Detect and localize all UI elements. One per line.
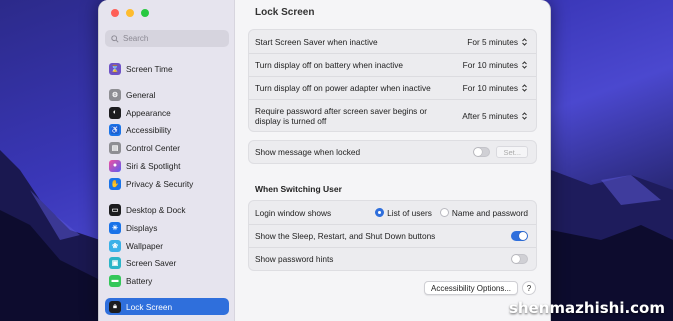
- radio-list-of-users[interactable]: List of users: [375, 208, 432, 218]
- display-off-adapter-popup[interactable]: For 10 minutes: [463, 83, 528, 93]
- dock-icon: ▭: [109, 203, 121, 216]
- row-label: Show message when locked: [255, 147, 361, 157]
- sidebar-item-desktop-dock[interactable]: ▭ Desktop & Dock: [105, 201, 229, 218]
- set-message-button[interactable]: Set...: [496, 146, 528, 158]
- sidebar-item-battery[interactable]: ▬ Battery: [105, 272, 229, 289]
- require-password-popup[interactable]: After 5 minutes: [462, 111, 528, 121]
- row-label: Show password hints: [255, 254, 334, 264]
- sidebar-item-screen-time[interactable]: ⌛ Screen Time: [105, 60, 229, 77]
- sleep-buttons-row: Show the Sleep, Restart, and Shut Down b…: [249, 224, 536, 247]
- popup-value: For 5 minutes: [467, 36, 518, 47]
- sidebar-item-accessibility[interactable]: ♿ Accessibility: [105, 121, 229, 138]
- radio-name-and-password[interactable]: Name and password: [439, 207, 528, 218]
- sidebar-item-label: General: [126, 89, 156, 100]
- switching-user-group: Login window shows List of users Name an…: [248, 200, 537, 271]
- section-heading: When Switching User: [255, 184, 342, 194]
- accessibility-icon: ♿: [109, 123, 121, 136]
- sidebar-item-privacy-security[interactable]: ✋ Privacy & Security: [105, 175, 229, 192]
- sidebar-item-label: Siri & Spotlight: [126, 160, 181, 171]
- page-title: Lock Screen: [255, 7, 315, 18]
- sidebar-item-appearance[interactable]: ◐ Appearance: [105, 104, 229, 121]
- accessibility-options-button[interactable]: Accessibility Options...: [424, 281, 519, 295]
- system-settings-window: Search ⌛ Screen Time ⚙ General ◐ Appeara…: [98, 0, 551, 321]
- updown-chevron-icon: [522, 111, 527, 120]
- battery-icon: ▬: [109, 274, 121, 287]
- sidebar-item-displays[interactable]: ☀ Displays: [105, 219, 229, 236]
- search-input[interactable]: Search: [105, 30, 229, 47]
- sidebar-item-control-center[interactable]: ▤ Control Center: [105, 139, 229, 156]
- display-off-battery-row: Turn display off on battery when inactiv…: [249, 53, 536, 76]
- show-message-toggle[interactable]: [473, 147, 491, 157]
- zoom-button[interactable]: [141, 9, 149, 17]
- settings-content: Lock Screen Start Screen Saver when inac…: [236, 0, 550, 321]
- sidebar-item-label: Battery: [126, 275, 153, 286]
- minimize-button[interactable]: [126, 9, 134, 17]
- message-settings-group: Show message when locked Set...: [248, 140, 537, 164]
- hand-icon: ✋: [109, 177, 121, 190]
- timeout-settings-group: Start Screen Saver when inactive For 5 m…: [248, 29, 537, 132]
- show-message-controls: Set...: [473, 146, 528, 158]
- updown-chevron-icon: [522, 37, 527, 46]
- display-icon: ☀: [109, 221, 121, 234]
- sidebar-item-label: Displays: [126, 222, 158, 233]
- sidebar-item-label: Desktop & Dock: [126, 204, 186, 215]
- appearance-icon: ◐: [109, 106, 121, 119]
- radio-button-selected[interactable]: [375, 208, 385, 217]
- popup-value: For 10 minutes: [462, 60, 518, 70]
- sidebar-item-label: Accessibility: [126, 124, 172, 135]
- sidebar-item-label: Lock Screen: [126, 301, 173, 312]
- sidebar: Search ⌛ Screen Time ⚙ General ◐ Appeara…: [99, 0, 235, 321]
- sidebar-item-screen-saver[interactable]: ▣ Screen Saver: [105, 254, 229, 271]
- login-window-row: Login window shows List of users Name an…: [249, 201, 536, 224]
- sidebar-item-label: Appearance: [126, 107, 171, 118]
- show-message-row: Show message when locked Set...: [249, 141, 536, 163]
- popup-value: For 10 minutes: [462, 83, 518, 93]
- display-off-adapter-row: Turn display off on power adapter when i…: [249, 76, 536, 99]
- wallpaper-icon: ❀: [109, 239, 121, 252]
- gear-icon: ⚙: [109, 88, 121, 101]
- screen-saver-row: Start Screen Saver when inactive For 5 m…: [249, 30, 536, 53]
- sidebar-item-wallpaper[interactable]: ❀ Wallpaper: [105, 237, 229, 254]
- sidebar-item-label: Wallpaper: [126, 240, 164, 251]
- password-hints-row: Show password hints: [249, 247, 536, 270]
- row-label: Start Screen Saver when inactive: [255, 36, 378, 47]
- lock-icon: 🔒︎: [109, 300, 121, 313]
- radio-label: Name and password: [451, 207, 528, 218]
- sleep-buttons-toggle[interactable]: [511, 231, 528, 241]
- desktop-wallpaper-left: [0, 0, 100, 321]
- sidebar-item-label: Control Center: [126, 142, 180, 153]
- search-icon: [111, 34, 119, 43]
- row-label: Show the Sleep, Restart, and Shut Down b…: [255, 231, 436, 241]
- radio-label: List of users: [387, 207, 432, 218]
- display-off-battery-popup[interactable]: For 10 minutes: [463, 60, 528, 70]
- sidebar-item-lock-screen[interactable]: 🔒︎ Lock Screen: [105, 298, 229, 315]
- help-button[interactable]: ?: [522, 281, 536, 295]
- control-center-icon: ▤: [109, 141, 121, 154]
- siri-icon: ●: [109, 159, 121, 172]
- screen-saver-popup[interactable]: For 5 minutes: [467, 37, 528, 47]
- popup-value: After 5 minutes: [462, 110, 518, 121]
- password-hints-toggle[interactable]: [511, 254, 528, 264]
- updown-chevron-icon: [522, 84, 527, 92]
- hourglass-icon: ⌛: [109, 62, 121, 75]
- require-password-row: Require password after screen saver begi…: [249, 99, 536, 131]
- row-label: Login window shows: [255, 207, 332, 218]
- close-button[interactable]: [111, 9, 119, 17]
- sidebar-item-siri-spotlight[interactable]: ● Siri & Spotlight: [105, 157, 229, 174]
- sidebar-item-label: Privacy & Security: [126, 178, 194, 189]
- window-controls: [111, 9, 149, 17]
- screen-saver-icon: ▣: [109, 256, 121, 269]
- row-label: Require password after screen saver begi…: [255, 105, 428, 126]
- row-label: Turn display off on battery when inactiv…: [255, 60, 404, 70]
- sidebar-item-label: Screen Time: [126, 63, 173, 74]
- sidebar-item-label: Screen Saver: [126, 257, 177, 268]
- updown-chevron-icon: [522, 61, 527, 69]
- login-window-radio-group: List of users Name and password: [375, 208, 528, 218]
- radio-button[interactable]: [439, 208, 449, 217]
- watermark-text: shenmazhishi.com: [508, 299, 665, 317]
- sidebar-item-general[interactable]: ⚙ General: [105, 86, 229, 103]
- search-placeholder: Search: [123, 34, 149, 43]
- desktop-wallpaper-right: [551, 0, 673, 321]
- row-label: Turn display off on power adapter when i…: [255, 83, 431, 93]
